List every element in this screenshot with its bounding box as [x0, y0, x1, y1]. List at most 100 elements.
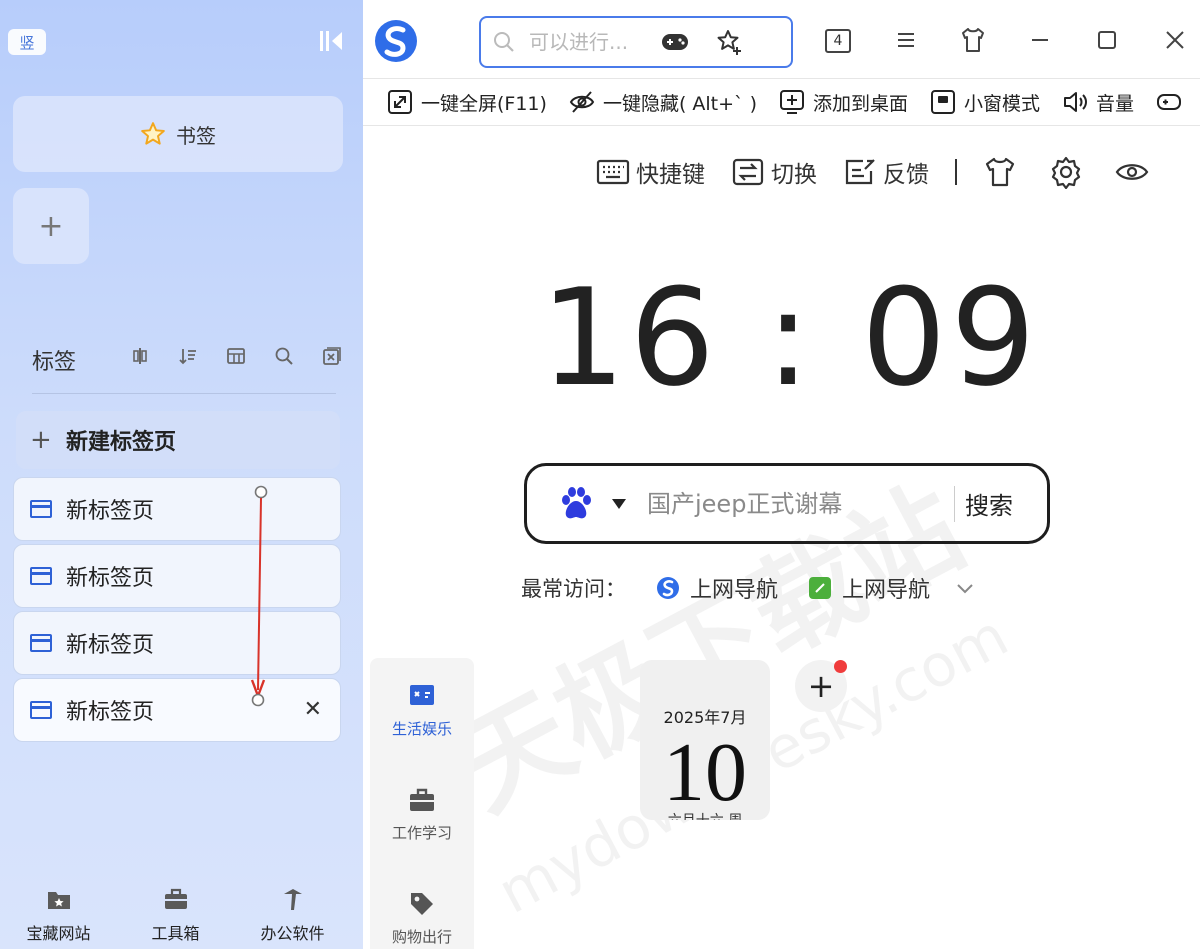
- search-separator: [954, 485, 955, 522]
- shortcuts-button[interactable]: 快捷键: [596, 155, 705, 189]
- browser-titlebar: 4: [363, 0, 1200, 78]
- frequent-label: 最常访问：: [521, 577, 626, 601]
- align-center-icon[interactable]: [130, 346, 150, 366]
- tab-item[interactable]: 新标签页: [13, 544, 341, 608]
- toolbar-label: 小窗模式: [964, 92, 1041, 115]
- mini-window-button[interactable]: 小窗模式: [930, 89, 1040, 116]
- category-sidebar: 生活娱乐 工作学习 购物出行: [370, 658, 474, 949]
- category-shopping[interactable]: 购物出行: [370, 890, 474, 947]
- toolbox-icon: [164, 888, 187, 909]
- drag-annotation-arrow: [250, 485, 268, 707]
- sogou-logo-icon[interactable]: [373, 18, 419, 64]
- tab-count-badge[interactable]: 4: [825, 29, 851, 53]
- office-software-button[interactable]: 办公软件: [234, 880, 351, 949]
- tab-label: 新标签页: [66, 633, 155, 658]
- close-window-icon[interactable]: [1163, 28, 1187, 52]
- fullscreen-button[interactable]: 一键全屏(F11): [387, 89, 547, 116]
- volume-icon: [1064, 92, 1088, 112]
- collapse-sidebar-icon[interactable]: [318, 29, 344, 53]
- gamepad-icon: [1157, 94, 1182, 110]
- ntp-toolbar: 快捷键 切换 反馈: [596, 150, 1181, 194]
- skin-shirt-icon[interactable]: [983, 155, 1017, 189]
- vertical-tabs-badge[interactable]: 竖: [8, 29, 46, 55]
- skin-shirt-icon[interactable]: [959, 26, 987, 54]
- category-label: 生活娱乐: [391, 720, 452, 738]
- settings-gear-icon[interactable]: [1049, 155, 1083, 189]
- hide-window-button[interactable]: 一键隐藏( Alt+` ): [569, 89, 757, 116]
- tag-icon: [411, 893, 433, 915]
- search-button[interactable]: 搜索: [965, 486, 1013, 521]
- frequent-visits: 最常访问： 上网导航 上网导航: [521, 572, 974, 604]
- grid-view-icon[interactable]: [226, 346, 246, 366]
- browser-window-icon: [30, 500, 52, 518]
- sidebar-bottom-nav: 宝藏网站 工具箱 办公软件: [0, 880, 363, 949]
- hide-eye-icon: [569, 91, 595, 113]
- search-icon: [494, 32, 514, 52]
- notification-dot: [834, 660, 847, 673]
- chevron-down-icon[interactable]: [956, 582, 974, 594]
- add-favorite-icon[interactable]: [715, 28, 743, 56]
- feedback-button[interactable]: 反馈: [843, 155, 929, 189]
- frequent-item[interactable]: 上网导航: [656, 572, 778, 604]
- game-tool-button[interactable]: [1156, 89, 1182, 115]
- category-label: 购物出行: [391, 928, 452, 946]
- frequent-item-label: 上网导航: [690, 578, 779, 603]
- sort-list-icon[interactable]: [178, 346, 198, 366]
- tab-item[interactable]: 新标签页: [13, 477, 341, 541]
- address-input[interactable]: [529, 30, 655, 54]
- toolbar-label: 一键隐藏( Alt+` ): [602, 92, 757, 115]
- bookmarks-button[interactable]: 书签: [13, 96, 343, 172]
- fullscreen-icon: [388, 90, 412, 114]
- category-label: 工作学习: [391, 824, 452, 842]
- folder-star-icon: [47, 892, 70, 909]
- minimize-icon[interactable]: [1028, 28, 1052, 52]
- clock: 16 : 09: [540, 260, 1040, 416]
- toolbox-button[interactable]: 工具箱: [117, 880, 234, 949]
- feedback-icon: [845, 159, 875, 185]
- sidebar: 竖 书签 + 标签 + 新建标签页 新标签页 新标签页 新标签页 新标签页 ✕ …: [0, 0, 363, 949]
- ntp-tool-label: 切换: [771, 162, 817, 188]
- add-desktop-icon: [780, 90, 804, 114]
- tab-item[interactable]: 新标签页: [13, 611, 341, 675]
- treasure-sites-button[interactable]: 宝藏网站: [0, 880, 117, 949]
- add-bookmark-button[interactable]: +: [13, 188, 89, 264]
- keyboard-icon: [596, 159, 630, 185]
- tab-item-active[interactable]: 新标签页 ✕: [13, 678, 341, 742]
- maximize-icon[interactable]: [1095, 28, 1119, 52]
- new-tab-label: 新建标签页: [66, 430, 177, 455]
- close-tab-icon[interactable]: ✕: [304, 697, 322, 722]
- tab-label: 新标签页: [66, 566, 155, 591]
- search-tabs-icon[interactable]: [274, 346, 294, 366]
- toolbar-separator: [955, 159, 957, 185]
- eye-icon[interactable]: [1115, 155, 1149, 189]
- browser-window-icon: [30, 701, 52, 719]
- engine-dropdown-icon[interactable]: [611, 498, 627, 510]
- address-bar[interactable]: [479, 16, 793, 68]
- category-entertainment[interactable]: 生活娱乐: [370, 682, 474, 739]
- gamepad-icon[interactable]: [661, 31, 689, 53]
- switch-button[interactable]: 切换: [731, 155, 817, 189]
- bookmarks-label: 书签: [176, 123, 216, 148]
- add-to-desktop-button[interactable]: 添加到桌面: [779, 89, 908, 116]
- bottom-nav-label: 办公软件: [260, 924, 325, 943]
- tabs-title: 标签: [32, 350, 77, 375]
- baidu-paw-icon[interactable]: [557, 485, 595, 523]
- calendar-day: 10: [663, 726, 747, 819]
- close-all-tabs-icon[interactable]: [322, 346, 342, 366]
- bottom-nav-label: 宝藏网站: [26, 924, 91, 943]
- new-tab-button[interactable]: + 新建标签页: [16, 411, 340, 469]
- frequent-item-label: 上网导航: [842, 578, 931, 603]
- menu-icon[interactable]: [894, 28, 918, 52]
- browser-window-icon: [30, 634, 52, 652]
- toolbar-label: 音量: [1096, 92, 1135, 115]
- switch-icon: [732, 158, 764, 186]
- frequent-item[interactable]: 上网导航: [808, 572, 930, 604]
- category-work-study[interactable]: 工作学习: [370, 786, 474, 843]
- calendar-widget[interactable]: 2025年7月 10 六月十六 周: [640, 660, 770, 820]
- search-input[interactable]: [647, 489, 947, 518]
- game-screen-icon: [410, 685, 434, 705]
- volume-button[interactable]: 音量: [1062, 89, 1134, 116]
- calendar-weekday: 六月十六 周: [640, 810, 770, 820]
- star-icon: [141, 122, 165, 145]
- add-site-button[interactable]: +: [795, 660, 847, 712]
